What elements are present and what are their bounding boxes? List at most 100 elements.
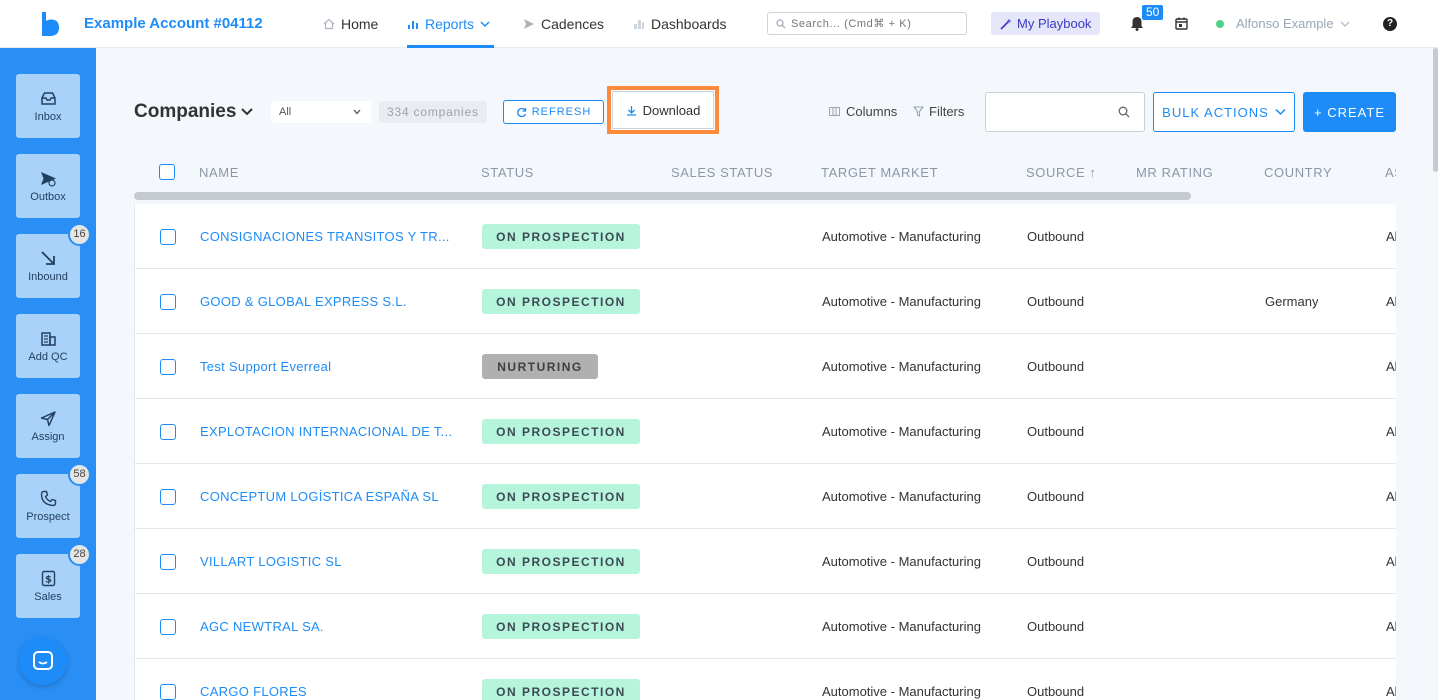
row-checkbox[interactable] [160, 229, 176, 245]
table-search[interactable] [985, 92, 1145, 132]
global-search[interactable] [767, 12, 967, 35]
online-status-dot [1216, 19, 1224, 28]
source-cell: Outbound [1027, 489, 1085, 504]
column-header-name[interactable]: NAME [199, 165, 239, 180]
column-header-source[interactable]: SOURCE ↑ [1026, 165, 1097, 180]
view-filter-select[interactable]: All [271, 101, 371, 123]
row-checkbox[interactable] [160, 489, 176, 505]
sidebar-item-outbox[interactable]: Outbox [16, 154, 80, 218]
bloobirds-logo-icon[interactable] [40, 12, 60, 36]
sidebar-item-inbox[interactable]: Inbox [16, 74, 80, 138]
inbox-icon [40, 91, 56, 105]
global-search-input[interactable] [791, 17, 961, 30]
table-row[interactable]: VILLART LOGISTIC SL ON PROSPECTION Automot… [135, 529, 1396, 594]
sidebar-item-inbound[interactable]: Inbound [16, 234, 80, 298]
bulk-actions-button[interactable]: BULK ACTIONS [1153, 92, 1295, 132]
chevron-down-icon [353, 109, 361, 115]
download-icon [626, 105, 636, 116]
column-header-sales-status[interactable]: SALES STATUS [671, 165, 773, 180]
refresh-button[interactable]: REFRESH [503, 100, 604, 124]
target-market-cell: Automotive - Manufacturing [822, 424, 981, 439]
view-filter-value: All [279, 106, 292, 118]
sidebar-item-label: Outbox [30, 190, 66, 203]
select-all-checkbox[interactable] [159, 164, 175, 180]
column-header-assigned[interactable]: AS [1385, 165, 1396, 180]
nav-cadences[interactable]: Cadences [523, 0, 604, 48]
source-cell: Outbound [1027, 229, 1085, 244]
company-name-link[interactable]: CARGO FLORES [200, 684, 470, 699]
nav-reports[interactable]: Reports [407, 0, 494, 48]
row-checkbox[interactable] [160, 554, 176, 570]
target-market-cell: Automotive - Manufacturing [822, 684, 981, 699]
column-header-mr-rating[interactable]: MR RATING [1136, 165, 1213, 180]
table-row[interactable]: CONCEPTUM LOGÍSTICA ESPAÑA SL ON PROSPECT… [135, 464, 1396, 529]
calendar-icon[interactable] [1175, 17, 1188, 30]
nav-home[interactable]: Home [323, 0, 378, 48]
table-row[interactable]: Test Support Everreal NURTURING Automotive… [135, 334, 1396, 399]
user-menu[interactable]: Alfonso Example [1216, 16, 1350, 31]
nav-home-label: Home [341, 16, 379, 32]
notifications-badge: 50 [1142, 5, 1164, 20]
source-cell: Outbound [1027, 294, 1085, 309]
account-name[interactable]: Example Account #04112 [84, 15, 263, 32]
table-row[interactable]: CONSIGNACIONES TRANSITOS Y TR... ON PROSP… [135, 204, 1396, 269]
nav-dashboards[interactable]: Dashboards [633, 0, 727, 48]
create-button[interactable]: + CREATE [1303, 92, 1396, 132]
assigned-to-cell: Al [1386, 489, 1396, 504]
source-cell: Outbound [1027, 684, 1085, 699]
sidebar-item-label: Inbound [28, 270, 68, 283]
company-name-link[interactable]: VILLART LOGISTIC SL [200, 554, 470, 569]
nav-reports-label: Reports [425, 16, 475, 32]
download-button[interactable]: Download [612, 91, 714, 129]
target-market-cell: Automotive - Manufacturing [822, 229, 981, 244]
sidebar-item-add-qc[interactable]: Add QC [16, 314, 80, 378]
company-name-link[interactable]: CONSIGNACIONES TRANSITOS Y TR... [200, 229, 470, 244]
phone-icon [40, 490, 56, 506]
company-count: 334 companies [379, 101, 487, 123]
table-row[interactable]: GOOD & GLOBAL EXPRESS S.L. ON PROSPECTION… [135, 269, 1396, 334]
sidebar-item-sales[interactable]: $ Sales [16, 554, 80, 618]
sidebar-item-label: Inbox [34, 110, 62, 123]
company-name-link[interactable]: EXPLOTACION INTERNACIONAL DE T... [200, 424, 470, 439]
company-name-link[interactable]: GOOD & GLOBAL EXPRESS S.L. [200, 294, 470, 309]
row-checkbox[interactable] [160, 424, 176, 440]
company-name-link[interactable]: AGC NEWTRAL SA. [200, 619, 470, 634]
assigned-to-cell: Al [1386, 619, 1396, 634]
sales-count-badge: 28 [68, 543, 91, 566]
assigned-to-cell: Al [1386, 684, 1396, 699]
status-badge: ON PROSPECTION [482, 614, 640, 639]
filters-button[interactable]: Filters [913, 104, 964, 119]
vertical-scrollbar[interactable] [1433, 48, 1438, 172]
row-checkbox[interactable] [160, 359, 176, 375]
horizontal-scrollbar[interactable] [134, 192, 1191, 200]
sidebar-item-assign[interactable]: Assign [16, 394, 80, 458]
column-header-target-market[interactable]: TARGET MARKET [821, 165, 938, 180]
bulk-actions-label: BULK ACTIONS [1162, 104, 1269, 120]
column-header-status[interactable]: STATUS [481, 165, 534, 180]
top-bar: Example Account #04112 Home Reports Cade… [0, 0, 1438, 48]
dashboards-icon [634, 20, 644, 29]
table-row[interactable]: CARGO FLORES ON PROSPECTION Automotive - M… [135, 659, 1396, 700]
sidebar-item-prospect[interactable]: Prospect [16, 474, 80, 538]
my-playbook-button[interactable]: My Playbook [991, 12, 1101, 35]
chat-support-button[interactable] [19, 637, 67, 685]
page-title-label: Companies [134, 101, 237, 122]
status-badge: ON PROSPECTION [482, 289, 640, 314]
search-icon [1118, 106, 1130, 118]
status-badge: NURTURING [482, 354, 598, 379]
columns-button[interactable]: Columns [829, 104, 897, 119]
company-name-link[interactable]: Test Support Everreal [200, 359, 470, 374]
target-market-cell: Automotive - Manufacturing [822, 554, 981, 569]
table-row[interactable]: AGC NEWTRAL SA. ON PROSPECTION Automotive … [135, 594, 1396, 659]
row-checkbox[interactable] [160, 294, 176, 310]
company-name-link[interactable]: CONCEPTUM LOGÍSTICA ESPAÑA SL [200, 489, 470, 504]
page-title[interactable]: Companies [134, 101, 254, 123]
row-checkbox[interactable] [160, 619, 176, 635]
help-icon[interactable]: ? [1383, 17, 1397, 31]
row-checkbox[interactable] [160, 684, 176, 700]
target-market-cell: Automotive - Manufacturing [822, 489, 981, 504]
table-row[interactable]: EXPLOTACION INTERNACIONAL DE T... ON PROS… [135, 399, 1396, 464]
column-header-country[interactable]: COUNTRY [1264, 165, 1332, 180]
search-icon [776, 18, 786, 28]
source-cell: Outbound [1027, 359, 1085, 374]
